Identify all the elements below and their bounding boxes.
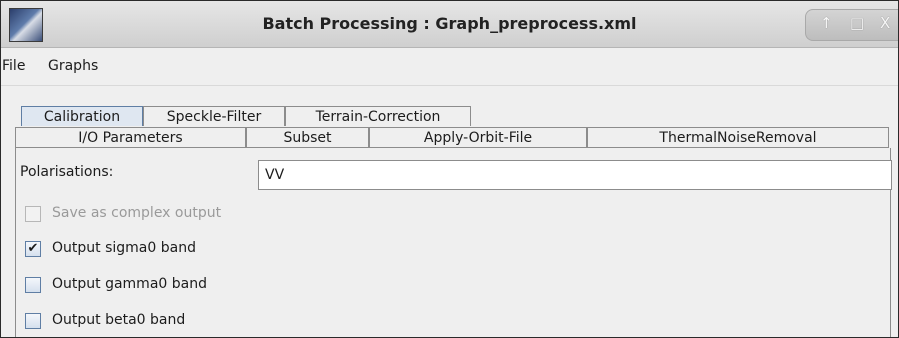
window-title: Batch Processing : Graph_preprocess.xml xyxy=(262,14,637,33)
output-beta0-checkbox[interactable] xyxy=(25,313,41,329)
tab-calibration[interactable]: Calibration xyxy=(21,106,143,126)
output-gamma0-checkbox[interactable] xyxy=(25,277,41,293)
tab-io-parameters[interactable]: I/O Parameters xyxy=(15,127,246,147)
maximize-arrow-icon[interactable]: ↑ xyxy=(820,14,833,32)
close-icon[interactable]: X xyxy=(880,14,890,32)
menu-separator xyxy=(1,85,898,86)
batch-processing-window: Batch Processing : Graph_preprocess.xml … xyxy=(0,0,899,338)
tab-apply-orbit-file[interactable]: Apply-Orbit-File xyxy=(369,127,587,147)
output-beta0-label: Output beta0 band xyxy=(52,312,186,328)
tab-thermal-noise-removal[interactable]: ThermalNoiseRemoval xyxy=(587,127,889,147)
restore-icon[interactable]: □ xyxy=(850,14,864,32)
polarisations-label: Polarisations: xyxy=(20,164,114,180)
tab-terrain-correction[interactable]: Terrain-Correction xyxy=(285,106,471,126)
menu-graphs[interactable]: Graphs xyxy=(48,58,98,74)
save-complex-output-label: Save as complex output xyxy=(52,205,222,221)
menu-file[interactable]: File xyxy=(2,58,25,74)
window-controls: ↑ □ X xyxy=(805,9,898,41)
tab-subset[interactable]: Subset xyxy=(246,127,369,147)
output-sigma0-checkbox[interactable]: ✔ xyxy=(25,241,41,257)
menu-bar: File Graphs xyxy=(1,58,898,82)
tab-speckle-filter[interactable]: Speckle-Filter xyxy=(143,106,285,126)
output-sigma0-label: Output sigma0 band xyxy=(52,240,196,256)
title-bar[interactable]: Batch Processing : Graph_preprocess.xml … xyxy=(1,1,898,48)
polarisations-list[interactable]: VV xyxy=(258,160,892,190)
output-gamma0-label: Output gamma0 band xyxy=(52,276,207,292)
save-complex-output-checkbox[interactable] xyxy=(25,206,41,222)
